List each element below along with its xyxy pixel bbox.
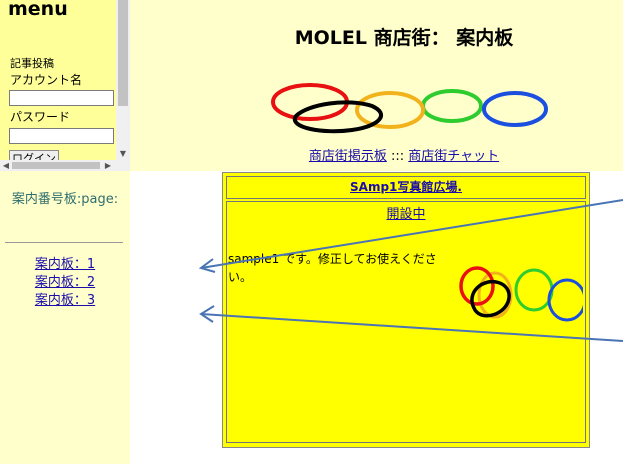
password-label: パスワード — [10, 110, 71, 124]
account-name-label: アカウント名 — [10, 73, 83, 87]
board-link-list: 案内板：1 案内板：2 案内板：3 — [0, 256, 130, 310]
page-title: MOLEL 商店街： 案内板 — [294, 27, 514, 49]
board-link-3[interactable]: 案内板：3 — [0, 292, 130, 310]
nav-separator: ::: — [386, 149, 409, 164]
shopping-chat-link[interactable]: 商店街チャット — [408, 149, 499, 164]
password-input[interactable] — [9, 128, 114, 144]
board-status-link[interactable]: 開設中 — [227, 205, 585, 225]
arrowhead-upper-icon — [198, 258, 216, 273]
scroll-left-arrow-icon[interactable]: ◀ — [0, 160, 12, 171]
menu-horizontal-scrollbar[interactable]: ◀ ▶ — [0, 160, 130, 171]
board-title-link[interactable]: SAmp1写真館広場. — [350, 180, 462, 194]
board-header: SAmp1写真館広場. — [226, 176, 586, 199]
arrowhead-lower-icon — [199, 305, 215, 323]
board-body: 開設中 sample1 です。修正してお使えください。 — [226, 201, 586, 443]
menu-vertical-scrollbar[interactable]: ▼ — [116, 0, 130, 160]
board-index-label: 案内番号板:page: — [11, 192, 119, 207]
rings-logo-icon — [271, 83, 548, 134]
header-banner: MOLEL 商店街： 案内板 商店街掲示板 ::: 商店街チャット — [130, 0, 623, 171]
menu-title: menu — [8, 0, 68, 20]
board-link-2[interactable]: 案内板：2 — [0, 274, 130, 292]
vertical-scroll-thumb[interactable] — [118, 0, 128, 106]
post-article-label: 記事投稿 — [10, 57, 54, 70]
menu-content: menu 記事投稿 アカウント名 パスワード ログイン — [0, 0, 116, 160]
board-link-1[interactable]: 案内板：1 — [0, 256, 130, 274]
account-name-input[interactable] — [9, 90, 114, 106]
login-button[interactable]: ログイン — [9, 150, 59, 160]
shopping-board-link[interactable]: 商店街掲示板 — [309, 149, 387, 164]
nav-row: 商店街掲示板 ::: 商店街チャット — [130, 148, 623, 166]
board-panel: SAmp1写真館広場. 開設中 sample1 です。修正してお使えください。 — [222, 172, 590, 448]
horizontal-scroll-thumb[interactable] — [12, 162, 100, 169]
board-rings-image-icon — [459, 266, 583, 322]
scroll-down-arrow-icon[interactable]: ▼ — [116, 148, 130, 160]
menu-pane: menu 記事投稿 アカウント名 パスワード ログイン ▼ ◀ ▶ — [0, 0, 130, 171]
board-message: sample1 です。修正してお使えください。 — [228, 252, 437, 284]
scroll-right-arrow-icon[interactable]: ▶ — [102, 160, 114, 171]
left-frame: menu 記事投稿 アカウント名 パスワード ログイン ▼ ◀ ▶ 案内番号板:… — [0, 0, 130, 464]
divider — [5, 242, 123, 243]
